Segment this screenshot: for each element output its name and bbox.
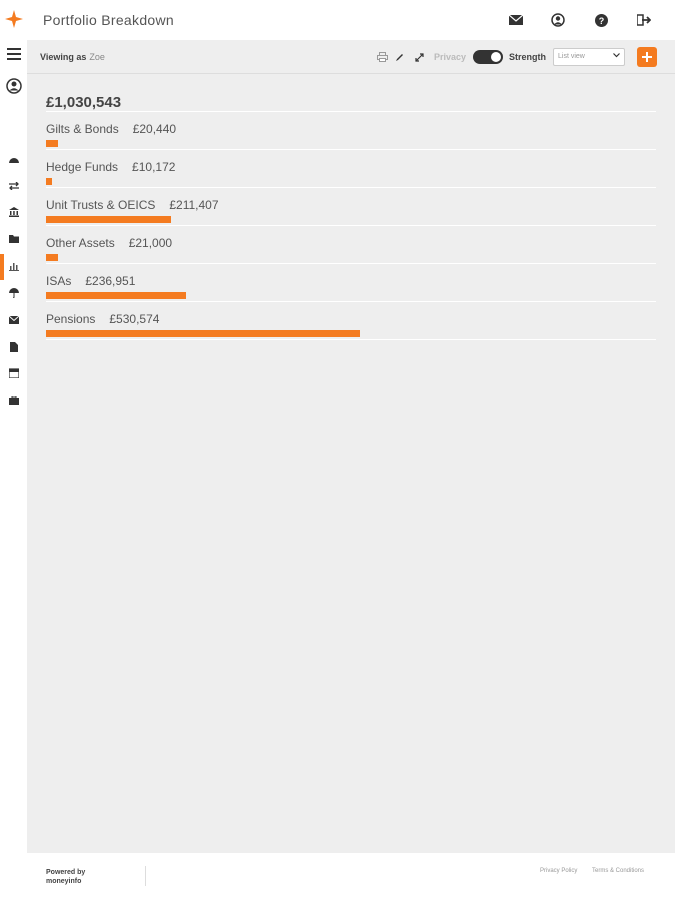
- chevron-down-icon: [613, 53, 620, 60]
- item-label: Pensions £530,574: [46, 312, 159, 326]
- sidebar-item-document[interactable]: [0, 339, 27, 355]
- viewing-as: Viewing as Zoe: [40, 52, 105, 62]
- sidebar: [0, 40, 27, 900]
- item-amount: £236,951: [85, 274, 136, 288]
- privacy-policy-link[interactable]: Privacy Policy: [540, 868, 577, 874]
- sidebar-item-umbrella[interactable]: [0, 285, 27, 301]
- view-select-value: List view: [558, 53, 585, 60]
- privacy-label: Privacy: [434, 52, 467, 62]
- terms-link[interactable]: Terms & Conditions: [592, 868, 644, 874]
- sidebar-item-transfers[interactable]: [0, 178, 27, 194]
- sidebar-item-folder[interactable]: [0, 231, 27, 247]
- list-item[interactable]: Unit Trusts & OEICS £211,407: [46, 188, 656, 226]
- item-name: Other Assets: [46, 236, 115, 250]
- strength-label: Strength: [509, 52, 546, 62]
- list-item[interactable]: Hedge Funds £10,172: [46, 150, 656, 188]
- item-amount: £211,407: [169, 198, 219, 212]
- item-amount: £21,000: [128, 236, 173, 250]
- main-content: Viewing as Zoe Privacy Strength List view…: [27, 40, 675, 853]
- item-label: Gilts & Bonds £20,440: [46, 122, 176, 136]
- item-label: Other Assets £21,000: [46, 236, 172, 250]
- account-icon[interactable]: [0, 78, 27, 94]
- page-title: Portfolio Breakdown: [43, 12, 174, 28]
- item-name: Gilts & Bonds: [46, 122, 119, 136]
- footer: Powered by moneyinfo Privacy Policy Term…: [27, 853, 675, 900]
- item-label: ISAs £236,951: [46, 274, 135, 288]
- value-bar: [46, 216, 171, 223]
- sidebar-item-chart[interactable]: [0, 258, 27, 274]
- value-bar: [46, 292, 186, 299]
- footer-divider: [145, 866, 146, 886]
- list-item[interactable]: Other Assets £21,000: [46, 226, 656, 264]
- portfolio-total: £1,030,543: [46, 94, 122, 111]
- item-label: Hedge Funds £10,172: [46, 160, 175, 174]
- envelope-icon[interactable]: [508, 12, 524, 28]
- user-circle-icon[interactable]: [550, 12, 566, 28]
- logout-icon[interactable]: [636, 12, 652, 28]
- svg-text:?: ?: [598, 16, 604, 26]
- item-amount: £530,574: [109, 312, 160, 326]
- privacy-toggle[interactable]: [473, 50, 503, 64]
- expand-icon[interactable]: [413, 51, 425, 63]
- value-bar: [46, 140, 58, 147]
- help-icon[interactable]: ?: [593, 12, 609, 28]
- add-button[interactable]: [637, 47, 657, 67]
- item-name: ISAs: [46, 274, 72, 288]
- brand-logo-icon[interactable]: [5, 10, 23, 28]
- item-name: Pensions: [46, 312, 96, 326]
- item-name: Unit Trusts & OEICS: [46, 198, 156, 212]
- viewing-as-label: Viewing as: [40, 52, 87, 62]
- sidebar-item-briefcase[interactable]: [0, 392, 27, 408]
- viewing-as-user[interactable]: Zoe: [89, 52, 105, 62]
- item-amount: £10,172: [132, 160, 176, 174]
- view-select[interactable]: List view: [553, 48, 625, 66]
- menu-icon[interactable]: [0, 46, 27, 62]
- brand-name: moneyinfo: [46, 878, 82, 885]
- value-bar: [46, 254, 58, 261]
- list-item[interactable]: ISAs £236,951: [46, 264, 656, 302]
- sidebar-item-calendar[interactable]: [0, 365, 27, 381]
- value-bar: [46, 178, 52, 185]
- print-icon[interactable]: [376, 51, 388, 63]
- sidebar-item-mail[interactable]: [0, 312, 27, 328]
- sidebar-item-dashboard[interactable]: [0, 151, 27, 167]
- value-bar: [46, 330, 360, 337]
- list-item[interactable]: Pensions £530,574: [46, 302, 656, 340]
- list-item[interactable]: Gilts & Bonds £20,440: [46, 112, 656, 150]
- powered-by: Powered by moneyinfo: [46, 868, 85, 886]
- item-label: Unit Trusts & OEICS £211,407: [46, 198, 219, 212]
- edit-icon[interactable]: [393, 51, 405, 63]
- item-amount: £20,440: [132, 122, 177, 136]
- powered-by-label: Powered by: [46, 869, 86, 876]
- top-header: Portfolio Breakdown ?: [0, 0, 675, 40]
- sidebar-active-indicator: [0, 254, 4, 280]
- sidebar-item-bank[interactable]: [0, 204, 27, 220]
- toolbar: Viewing as Zoe Privacy Strength List view: [27, 40, 675, 74]
- toggle-knob: [491, 52, 501, 62]
- item-name: Hedge Funds: [46, 160, 119, 174]
